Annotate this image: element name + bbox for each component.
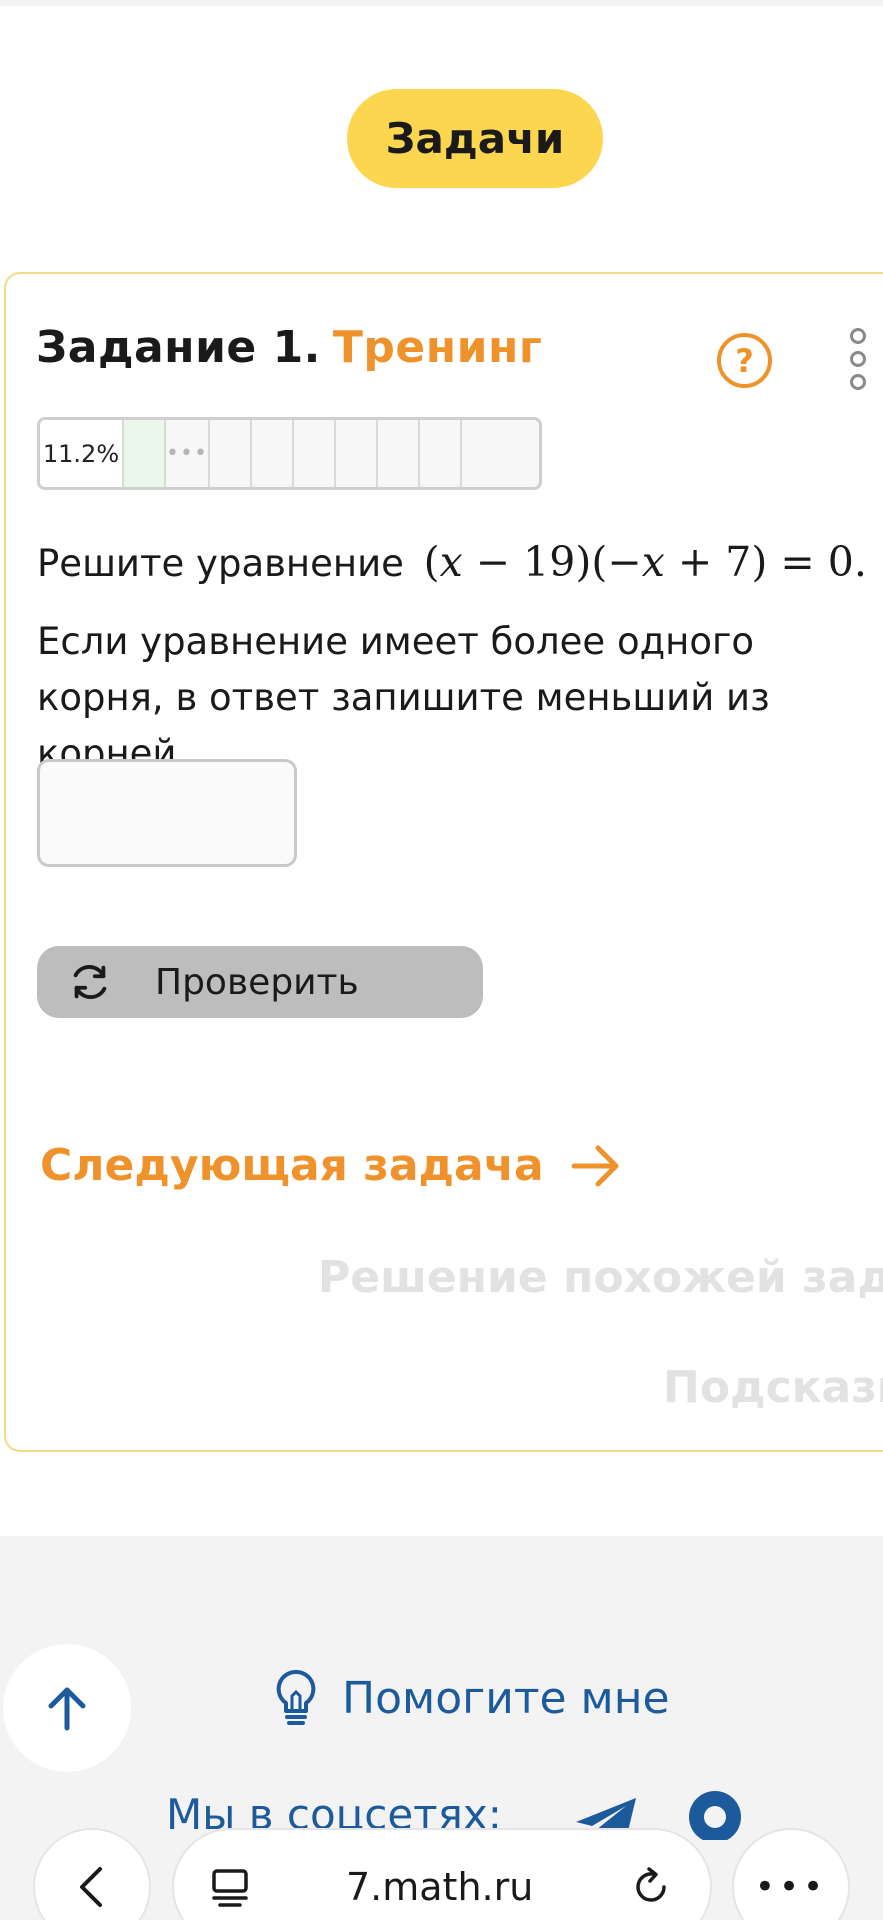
check-button-label: Проверить — [155, 961, 359, 1003]
chevron-left-icon — [80, 1867, 102, 1907]
bulb-icon — [276, 1669, 316, 1725]
reload-icon[interactable] — [630, 1866, 672, 1908]
next-task-link[interactable]: Следующая задача — [40, 1140, 622, 1191]
next-task-label: Следующая задача — [40, 1140, 544, 1191]
progress-cell[interactable] — [210, 420, 252, 487]
progress-percent: 11.2% — [40, 420, 124, 487]
menu-dots-icon[interactable] — [843, 328, 873, 390]
hint-link[interactable]: Подсказка — [663, 1362, 883, 1413]
tasks-button[interactable]: Задачи — [347, 89, 603, 188]
equation: (x − 19)(−x + 7) = 0. — [423, 538, 867, 586]
scroll-top-button[interactable] — [3, 1644, 131, 1772]
progress-cell[interactable] — [294, 420, 336, 487]
progress-cell-current[interactable]: ••• — [166, 420, 210, 487]
help-me-label: Помогите мне — [342, 1672, 670, 1724]
browser-url-bar[interactable]: 7.math.ru — [172, 1828, 712, 1920]
progress-cell[interactable] — [336, 420, 378, 487]
progress-cell[interactable] — [252, 420, 294, 487]
help-icon[interactable]: ? — [717, 333, 772, 388]
progress-bar: 11.2% ••• — [37, 417, 542, 490]
help-symbol: ? — [735, 341, 754, 380]
menu-dot — [850, 328, 866, 344]
instruction-text: Если уравнение имеет более одного корня,… — [37, 620, 770, 775]
menu-dot — [850, 374, 866, 390]
task-number: Задание 1. — [36, 322, 321, 373]
menu-dot — [850, 351, 866, 367]
progress-cell[interactable] — [420, 420, 462, 487]
check-button[interactable]: Проверить — [37, 946, 483, 1018]
refresh-icon — [73, 965, 107, 999]
reader-icon[interactable] — [210, 1867, 250, 1907]
problem-statement: Решите уравнение (x − 19)(−x + 7) = 0. — [37, 538, 877, 586]
help-me-link[interactable]: Помогите мне — [274, 1668, 670, 1728]
problem-prefix: Решите уравнение — [37, 542, 404, 585]
arrow-up-icon — [48, 1687, 86, 1731]
url-text: 7.math.ru — [346, 1865, 534, 1909]
arrow-right-icon — [571, 1145, 619, 1186]
chat-icon[interactable] — [686, 1790, 744, 1840]
top-divider — [0, 0, 883, 6]
task-title: Задание 1. Тренинг — [36, 322, 542, 373]
progress-cell[interactable] — [462, 420, 539, 487]
similar-solution-link[interactable]: Решение похожей задачи — [318, 1252, 883, 1303]
answer-input[interactable] — [37, 759, 297, 867]
progress-cell-done[interactable] — [124, 420, 166, 487]
progress-cell[interactable] — [378, 420, 420, 487]
task-kind: Тренинг — [332, 322, 543, 373]
